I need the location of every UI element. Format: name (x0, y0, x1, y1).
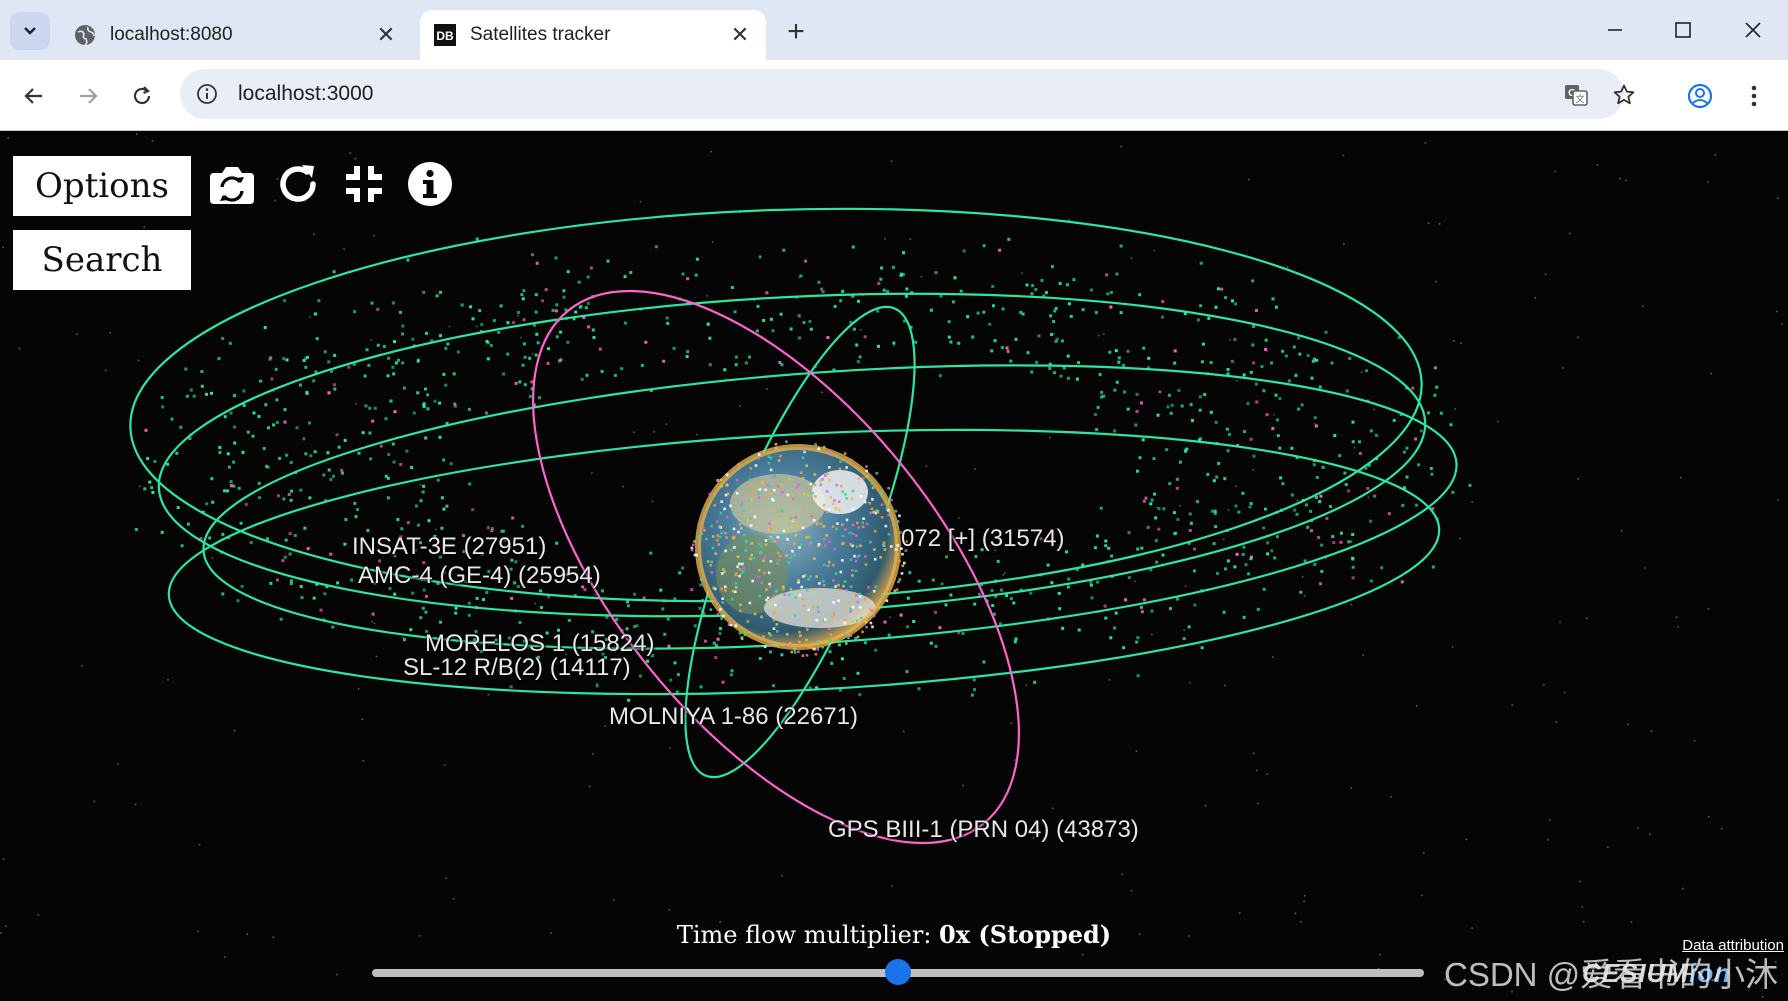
minimize-icon (1608, 29, 1622, 31)
close-window-button[interactable] (1728, 10, 1778, 50)
tab-localhost-8080[interactable]: localhost:8080 ✕ (60, 10, 412, 60)
globe-icon (75, 25, 95, 46)
tab-search-button[interactable] (10, 12, 50, 50)
globe-viewport[interactable]: Options Search INSAT-3E (27951) AMC-4 (G… (0, 132, 1788, 1001)
satellite-label[interactable]: SL-12 R/B(2) (14117) (403, 654, 631, 682)
time-flow-value: 0x (Stopped) (939, 920, 1112, 949)
back-button[interactable] (14, 76, 54, 116)
arrow-right-icon (80, 88, 98, 104)
search-button[interactable]: Search (13, 230, 191, 290)
account-icon (1687, 83, 1713, 109)
refresh-icon (280, 165, 316, 202)
maximize-button[interactable] (1658, 10, 1708, 50)
tab-satellites-tracker[interactable]: DB Satellites tracker ✕ (420, 10, 766, 60)
more-vert-icon (1751, 85, 1757, 107)
translate-button[interactable]: G文 (1558, 77, 1594, 113)
profile-button[interactable] (1680, 76, 1720, 116)
address-bar[interactable]: localhost:3000 G文 (180, 69, 1635, 119)
time-flow-label: Time flow multiplier: 0x (Stopped) (0, 920, 1788, 949)
refresh-button[interactable] (274, 160, 322, 208)
browser-menu-button[interactable] (1734, 76, 1774, 116)
reload-button[interactable] (122, 76, 162, 116)
browser-tab-bar: localhost:8080 ✕ DB Satellites tracker ✕… (0, 0, 1788, 60)
star-icon (1613, 84, 1635, 105)
close-icon[interactable]: ✕ (728, 22, 752, 47)
orbit-scene (0, 133, 1783, 998)
new-tab-button[interactable]: + (778, 14, 814, 50)
satellite-label[interactable]: AMC-4 (GE-4) (25954) (358, 562, 601, 590)
minimize-button[interactable] (1590, 10, 1640, 50)
db-favicon-icon: DB (434, 24, 456, 46)
info-icon (408, 162, 452, 206)
satellite-label[interactable]: INSAT-3E (27951) (352, 533, 546, 561)
info-button[interactable] (406, 160, 454, 208)
close-icon[interactable]: ✕ (374, 22, 398, 47)
info-icon[interactable] (196, 83, 218, 105)
svg-text:DB: DB (436, 29, 454, 43)
collapse-icon (346, 166, 382, 202)
collapse-button[interactable] (340, 160, 388, 208)
time-flow-slider-thumb[interactable] (885, 959, 911, 985)
satellite-label[interactable]: 072 [+] (31574) (901, 525, 1064, 553)
arrow-left-icon (24, 88, 42, 104)
tab-title: Satellites tracker (470, 24, 611, 45)
satellite-label[interactable]: GPS BIII-1 (PRN 04) (43873) (828, 816, 1139, 844)
translate-icon: G文 (1565, 85, 1588, 106)
earth-globe[interactable] (690, 440, 908, 657)
forward-button[interactable] (68, 76, 108, 116)
camera-switch-icon (210, 167, 254, 204)
close-icon (1745, 22, 1761, 38)
url-text: localhost:3000 (238, 82, 374, 105)
reload-icon (133, 86, 151, 105)
options-button[interactable]: Options (13, 156, 191, 216)
camera-switch-button[interactable] (208, 160, 256, 208)
time-flow-prefix: Time flow multiplier: (676, 921, 940, 949)
chevron-down-icon (24, 27, 36, 35)
svg-text:文: 文 (1575, 93, 1584, 105)
browser-toolbar: localhost:3000 G文 (0, 60, 1788, 131)
tab-title: localhost:8080 (110, 24, 233, 45)
maximize-icon (1675, 22, 1691, 38)
bookmark-button[interactable] (1606, 77, 1642, 113)
satellite-label[interactable]: MOLNIYA 1-86 (22671) (609, 703, 858, 731)
csdn-watermark: CSDN @爱看书的小沐 (1444, 956, 1779, 993)
